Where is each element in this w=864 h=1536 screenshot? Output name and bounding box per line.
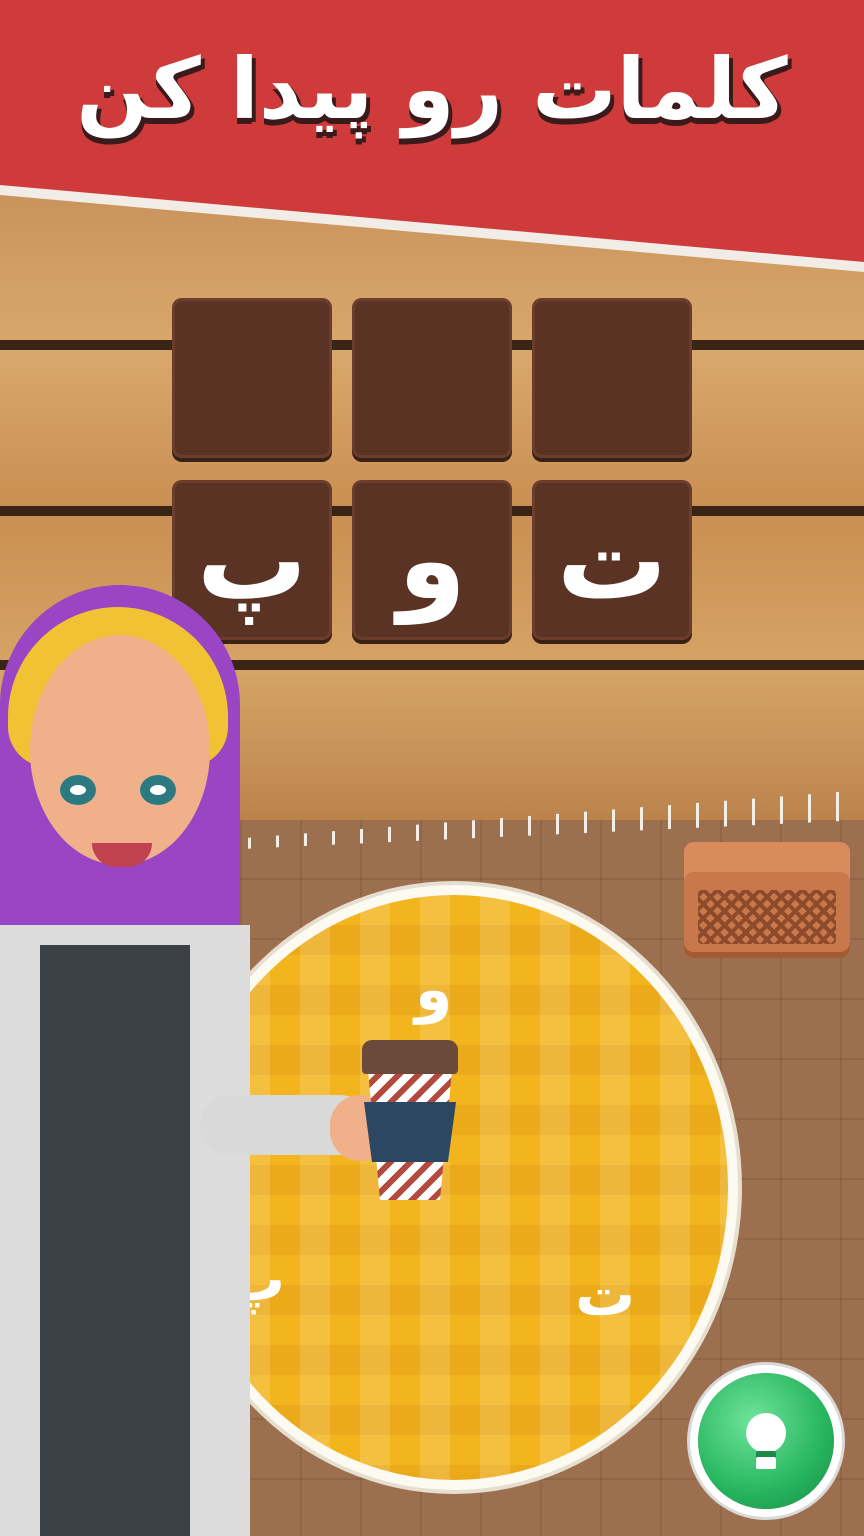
treasure-chest-button[interactable]: [684, 842, 850, 958]
lightbulb-icon: [746, 1413, 786, 1469]
wheel-letter-right[interactable]: ت: [575, 1260, 635, 1330]
cup-sleeve: [364, 1102, 456, 1162]
hint-button[interactable]: [698, 1373, 834, 1509]
page-title: کلمات رو پیدا کن: [76, 40, 788, 138]
answer-tile: [532, 298, 692, 458]
character-eye: [140, 775, 176, 805]
chest-lattice-pattern: [698, 890, 836, 944]
character-girl: [0, 585, 390, 1536]
answer-tile: ت: [532, 480, 692, 640]
character-eye: [60, 775, 96, 805]
answer-tile: [172, 298, 332, 458]
wheel-letter-top[interactable]: و: [415, 955, 452, 1025]
answer-tile: [352, 298, 512, 458]
character-shirt: [40, 945, 190, 1536]
character-face: [30, 635, 210, 867]
answer-tile: و: [352, 480, 512, 640]
shuffle-cup-button[interactable]: [362, 1040, 458, 1200]
cup-lid: [362, 1040, 458, 1074]
